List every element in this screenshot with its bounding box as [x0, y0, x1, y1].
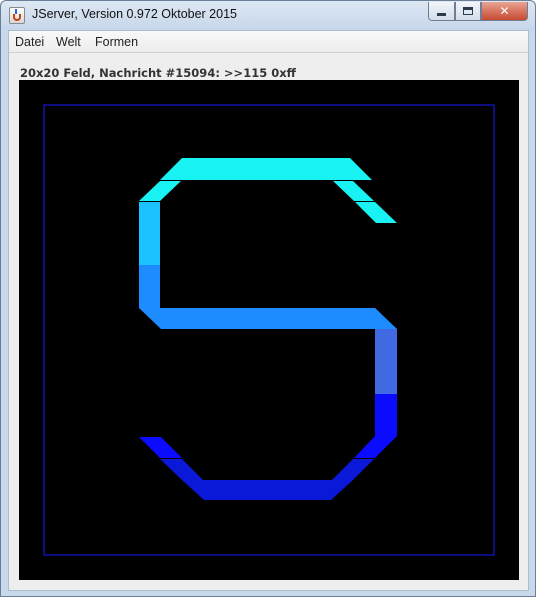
application-window: JServer, Version 0.972 Oktober 2015 ✕ Da…	[0, 0, 536, 597]
s-right-upper-cell	[375, 329, 397, 394]
client-area: Datei Welt Formen 20x20 Feld, Nachricht …	[8, 30, 529, 591]
window-title: JServer, Version 0.972 Oktober 2015	[32, 7, 237, 21]
close-button[interactable]: ✕	[481, 2, 528, 21]
s-bottom-right-diagonal-2	[332, 459, 374, 480]
s-bottom-left-diagonal-1	[139, 437, 182, 458]
java-cup-icon[interactable]	[9, 7, 25, 24]
board-canvas	[43, 104, 495, 556]
s-top-left-diagonal	[139, 181, 181, 201]
close-icon: ✕	[499, 4, 510, 18]
s-top-right-diagonal-1	[333, 181, 374, 201]
s-middle-cell	[139, 306, 397, 329]
s-right-lower-cell	[375, 394, 397, 436]
s-top-cell	[160, 158, 372, 180]
menu-formen[interactable]: Formen	[95, 35, 138, 49]
cup-mark	[13, 14, 21, 21]
menu-welt[interactable]: Welt	[56, 35, 81, 49]
menu-bar: Datei Welt Formen	[9, 31, 528, 53]
minimize-icon	[437, 12, 446, 16]
title-bar[interactable]: JServer, Version 0.972 Oktober 2015 ✕	[1, 1, 535, 30]
s-left-upper-cell	[139, 202, 160, 265]
status-message: 20x20 Feld, Nachricht #15094: >>115 0xff	[20, 66, 296, 80]
s-left-lower-cell	[139, 265, 160, 306]
s-bottom-right-diagonal-1	[354, 436, 397, 458]
maximize-icon	[463, 7, 473, 15]
s-top-right-diagonal-2	[355, 202, 397, 223]
menu-datei[interactable]: Datei	[15, 35, 44, 49]
s-bottom-left-diagonal-2	[160, 459, 203, 480]
game-board[interactable]	[19, 80, 519, 580]
maximize-button[interactable]	[455, 2, 481, 21]
minimize-button[interactable]	[428, 2, 455, 21]
s-bottom-cell	[182, 480, 353, 500]
